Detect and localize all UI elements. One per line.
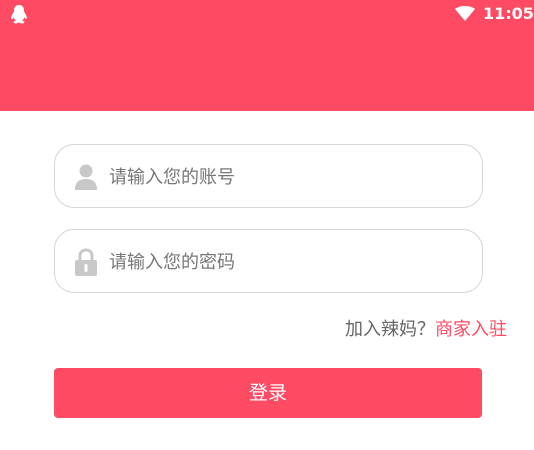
login-button[interactable]: 登录 bbox=[54, 368, 482, 418]
user-icon bbox=[75, 164, 97, 190]
password-field[interactable] bbox=[54, 229, 483, 293]
merchant-join-row: 加入辣妈？商家入驻 bbox=[345, 318, 507, 342]
lock-icon bbox=[75, 248, 97, 276]
join-prompt-text: 加入辣妈？ bbox=[345, 319, 435, 340]
status-time: 11:05 bbox=[483, 4, 534, 23]
wifi-icon bbox=[455, 6, 475, 21]
qq-penguin-icon bbox=[11, 5, 27, 24]
account-input[interactable] bbox=[109, 157, 469, 197]
merchant-signup-link[interactable]: 商家入驻 bbox=[435, 319, 507, 340]
account-field[interactable] bbox=[54, 144, 483, 208]
password-input[interactable] bbox=[109, 242, 469, 282]
status-bar: 11:05 bbox=[0, 0, 534, 27]
header-banner bbox=[0, 27, 534, 111]
